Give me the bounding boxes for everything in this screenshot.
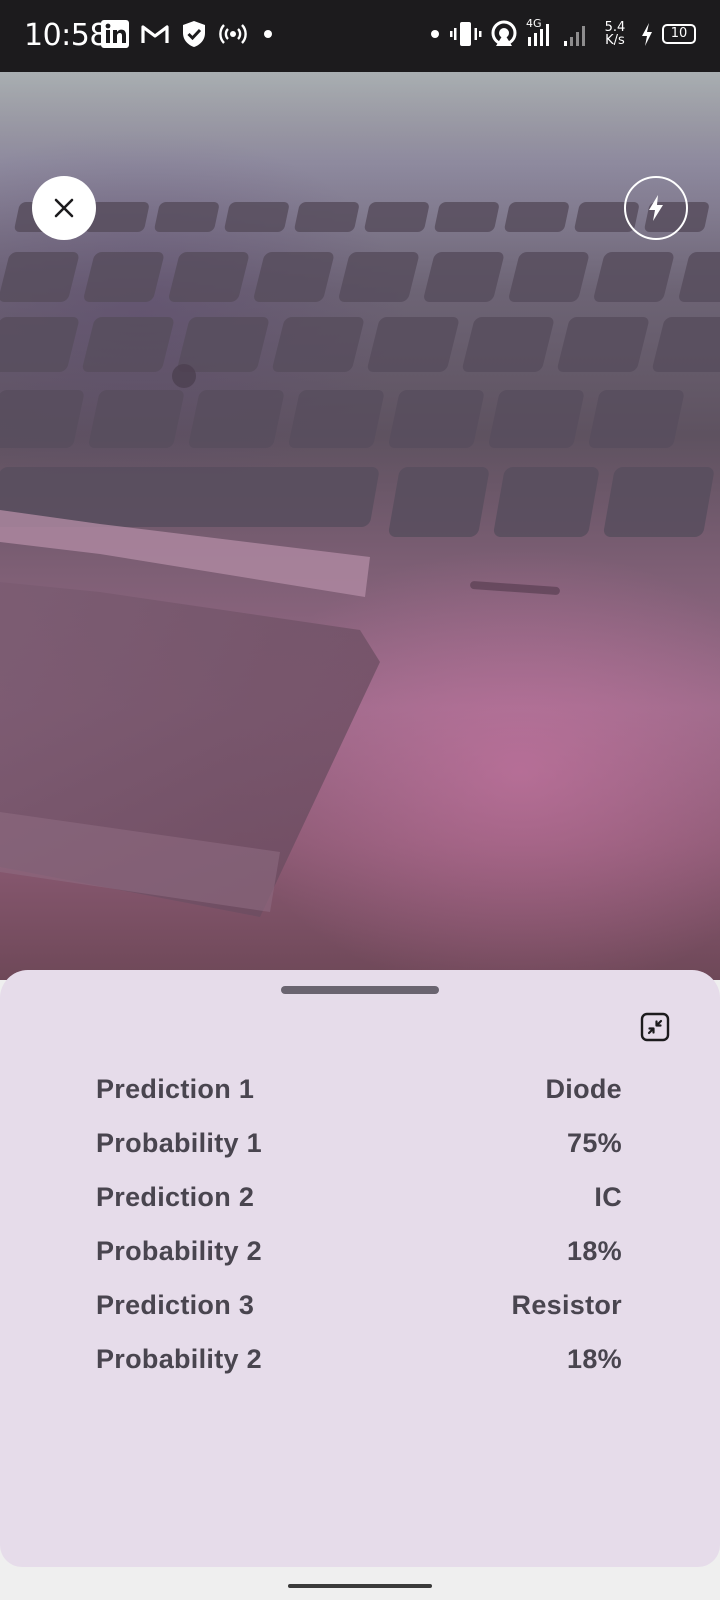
result-label: Prediction 1 [96, 1073, 255, 1104]
result-row: Probability 2 18% [96, 1332, 622, 1386]
dot-icon [264, 30, 272, 38]
collapse-icon [640, 1012, 670, 1042]
camera-preview-image [0, 72, 720, 917]
close-button[interactable] [32, 176, 96, 240]
close-icon [54, 198, 74, 218]
collapse-button[interactable] [640, 1012, 670, 1042]
wifi-hotspot-icon [491, 20, 517, 46]
flash-icon [649, 195, 663, 221]
result-value: 18% [567, 1343, 622, 1374]
result-row: Probability 1 75% [96, 1116, 622, 1170]
signal-icon: 4G [526, 17, 554, 49]
result-label: Prediction 2 [96, 1181, 255, 1212]
result-value: Diode [545, 1073, 622, 1104]
charging-icon [642, 23, 652, 46]
flash-button[interactable] [624, 176, 688, 240]
battery-level: 10 [670, 26, 688, 41]
home-indicator[interactable] [288, 1584, 432, 1588]
shield-icon [183, 21, 205, 47]
result-value: IC [594, 1181, 622, 1212]
gmail-icon [141, 25, 169, 43]
status-time: 10:58 [24, 18, 108, 53]
camera-viewfinder [0, 72, 720, 980]
network-speed-unit: K/s [605, 33, 625, 48]
status-right-icons: 4G 5.4 K/s 10 [428, 17, 696, 49]
vibrate-icon [450, 22, 482, 46]
result-row: Probability 2 18% [96, 1224, 622, 1278]
result-row: Prediction 1 Diode [96, 1062, 622, 1116]
result-label: Probability 2 [96, 1343, 262, 1374]
status-bar: 10:58 4G 5.4 K/s 10 [0, 0, 720, 72]
network-speed: 5.4 K/s [598, 21, 632, 47]
results-bottom-sheet: Prediction 1 Diode Probability 1 75% Pre… [0, 970, 720, 1567]
drag-handle[interactable] [281, 986, 439, 994]
result-value: Resistor [511, 1289, 622, 1320]
result-label: Probability 2 [96, 1235, 262, 1266]
status-left-icons [100, 19, 278, 49]
result-label: Probability 1 [96, 1127, 262, 1158]
linkedin-icon [101, 20, 129, 48]
result-row: Prediction 2 IC [96, 1170, 622, 1224]
signal-icon [564, 26, 585, 46]
result-value: 18% [567, 1235, 622, 1266]
prediction-results: Prediction 1 Diode Probability 1 75% Pre… [96, 1062, 622, 1386]
battery-icon: 10 [662, 24, 696, 44]
result-row: Prediction 3 Resistor [96, 1278, 622, 1332]
result-value: 75% [567, 1127, 622, 1158]
dot-icon [431, 30, 439, 38]
result-label: Prediction 3 [96, 1289, 255, 1320]
hotspot-icon [219, 24, 247, 44]
